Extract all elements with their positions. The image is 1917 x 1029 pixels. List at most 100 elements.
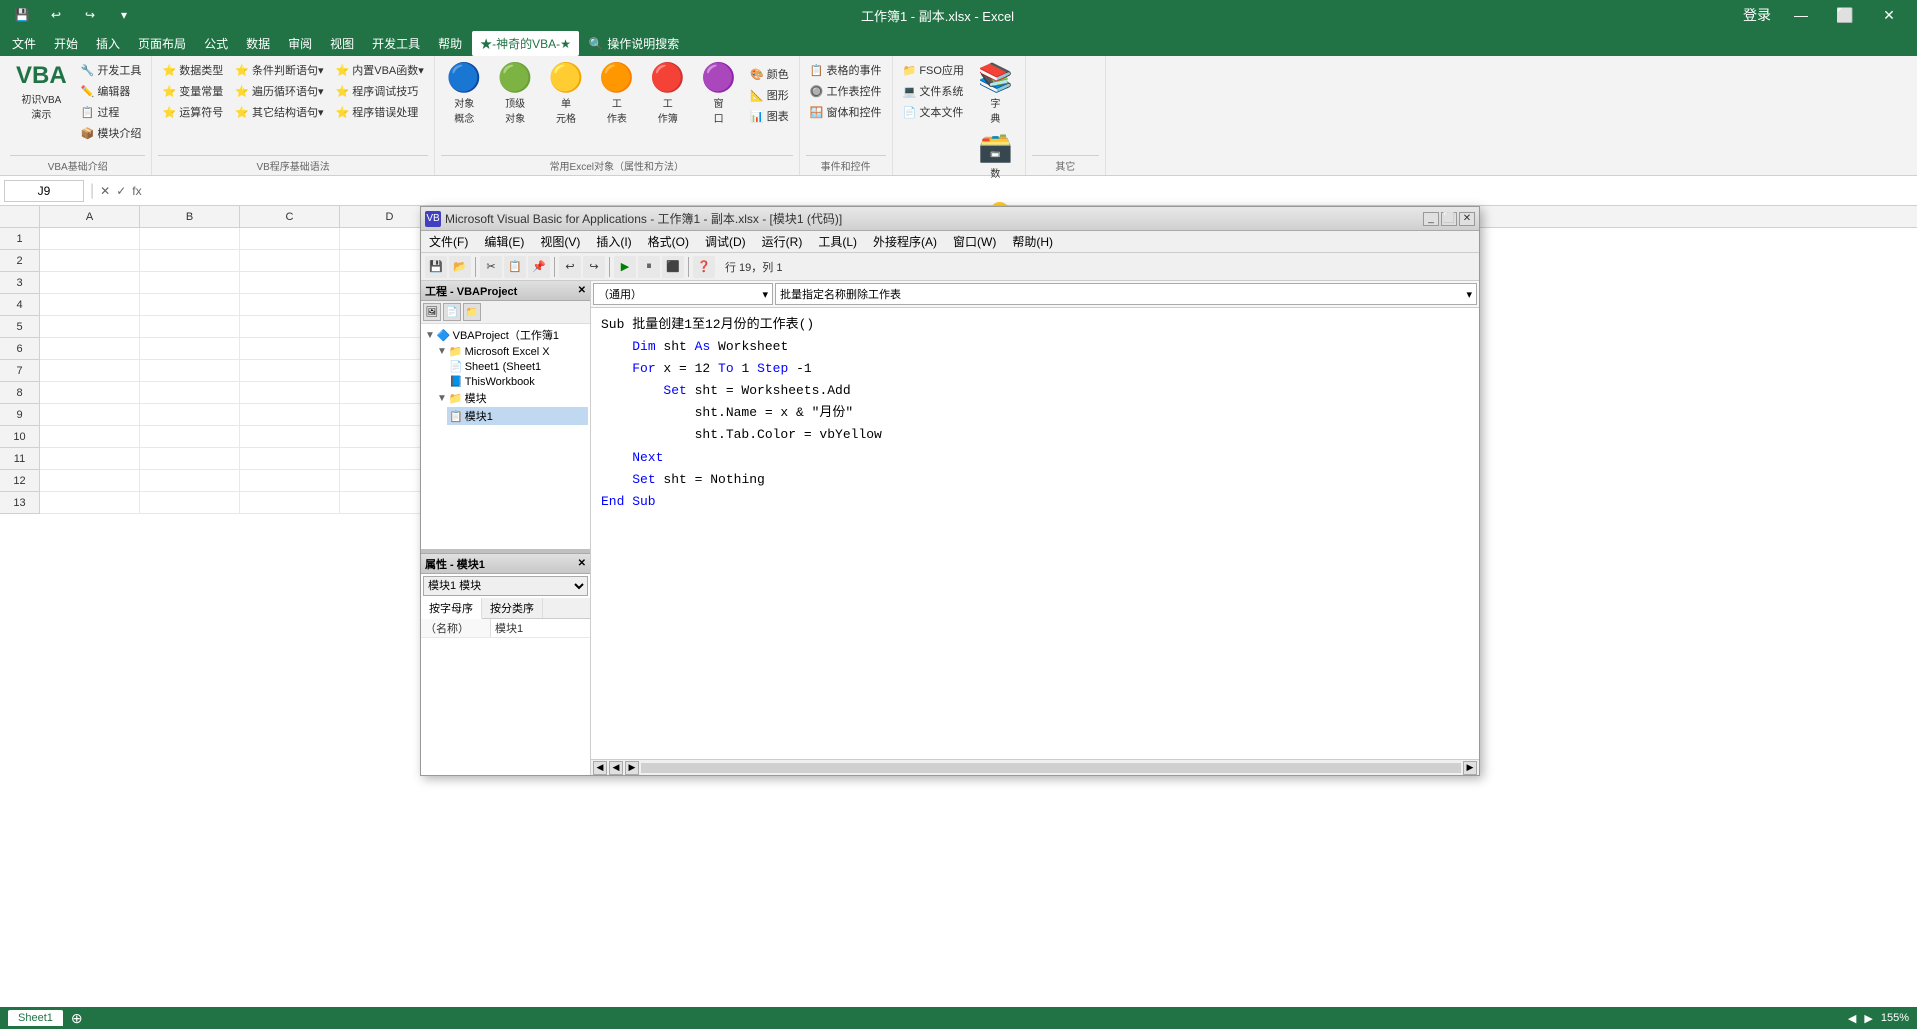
- vba-tb-open[interactable]: 📂: [449, 256, 471, 278]
- redo-button[interactable]: ↪: [76, 1, 104, 29]
- cell-b4[interactable]: [140, 294, 240, 316]
- qat-dropdown[interactable]: ▾: [110, 1, 138, 29]
- undo-button[interactable]: ↩: [42, 1, 70, 29]
- scroll-left-nav[interactable]: ◀: [1848, 1012, 1856, 1025]
- vba-menu-format[interactable]: 格式(O): [640, 231, 697, 252]
- ribbon-btn-datatype[interactable]: ⭐ 数据类型: [158, 60, 227, 80]
- vba-menu-tools[interactable]: 工具(L): [810, 231, 865, 252]
- cell-a7[interactable]: [40, 360, 140, 382]
- ribbon-btn-formctrl[interactable]: 🪟 窗体和控件: [806, 102, 886, 122]
- ribbon-btn-concept[interactable]: 🔵 对象概念: [441, 60, 488, 129]
- vba-props-obj-select[interactable]: 模块1 模块: [423, 576, 588, 596]
- cell-c8[interactable]: [240, 382, 340, 404]
- vba-tb-paste[interactable]: 📌: [528, 256, 550, 278]
- row-header-7[interactable]: 7: [0, 360, 40, 382]
- add-sheet-button[interactable]: ⊕: [71, 1010, 83, 1027]
- cell-b10[interactable]: [140, 426, 240, 448]
- cell-c1[interactable]: [240, 228, 340, 250]
- ribbon-btn-intro[interactable]: VBA 初识VBA演示: [10, 60, 73, 125]
- cell-b3[interactable]: [140, 272, 240, 294]
- ribbon-btn-builtinfunc[interactable]: ⭐ 内置VBA函数▾: [331, 60, 427, 80]
- row-header-9[interactable]: 9: [0, 404, 40, 426]
- cell-c6[interactable]: [240, 338, 340, 360]
- vba-dropdown-scope[interactable]: （通用） ▾: [593, 283, 773, 305]
- vba-restore-button[interactable]: ⬜: [1441, 212, 1457, 226]
- vba-tb-redo[interactable]: ↪: [583, 256, 605, 278]
- cell-b7[interactable]: [140, 360, 240, 382]
- cell-a3[interactable]: [40, 272, 140, 294]
- scroll-btn3[interactable]: ▶: [625, 761, 639, 775]
- sheet-tab-sheet1[interactable]: Sheet1: [8, 1010, 63, 1026]
- props-val[interactable]: 模块1: [491, 619, 590, 637]
- ribbon-btn-operator[interactable]: ⭐ 运算符号: [158, 102, 227, 122]
- vba-tb-copy[interactable]: 📋: [504, 256, 526, 278]
- vba-close-button[interactable]: ✕: [1459, 212, 1475, 226]
- menu-review[interactable]: 审阅: [280, 31, 320, 56]
- ribbon-btn-chart[interactable]: 📊 图表: [746, 106, 793, 126]
- menu-home[interactable]: 开始: [46, 31, 86, 56]
- row-header-3[interactable]: 3: [0, 272, 40, 294]
- ribbon-btn-filesystem[interactable]: 💻 文件系统: [899, 81, 968, 101]
- vba-menu-help[interactable]: 帮助(H): [1004, 231, 1061, 252]
- cell-b11[interactable]: [140, 448, 240, 470]
- vba-tb-save[interactable]: 💾: [425, 256, 447, 278]
- vba-menu-view[interactable]: 视图(V): [532, 231, 588, 252]
- ribbon-btn-moduleintro[interactable]: 📦 模块介绍: [77, 123, 146, 143]
- menu-formula[interactable]: 公式: [196, 31, 236, 56]
- vba-menu-run[interactable]: 运行(R): [754, 231, 811, 252]
- ribbon-btn-sheetctrl[interactable]: 🔘 工作表控件: [806, 81, 886, 101]
- row-header-6[interactable]: 6: [0, 338, 40, 360]
- cell-c2[interactable]: [240, 250, 340, 272]
- vba-tb-run[interactable]: ▶: [614, 256, 636, 278]
- vba-menu-addins[interactable]: 外接程序(A): [865, 231, 945, 252]
- minimize-button[interactable]: —: [1781, 0, 1821, 30]
- menu-file[interactable]: 文件: [4, 31, 44, 56]
- vba-dropdown-proc[interactable]: 批量指定名称删除工作表 ▾: [775, 283, 1477, 305]
- cell-a5[interactable]: [40, 316, 140, 338]
- row-header-12[interactable]: 12: [0, 470, 40, 492]
- vba-menu-file[interactable]: 文件(F): [421, 231, 476, 252]
- vba-tb-break[interactable]: ⏸: [638, 256, 660, 278]
- ribbon-btn-condition[interactable]: ⭐ 条件判断语句▾: [231, 60, 327, 80]
- cell-a11[interactable]: [40, 448, 140, 470]
- vba-props-close[interactable]: ✕: [578, 558, 586, 569]
- row-header-2[interactable]: 2: [0, 250, 40, 272]
- ribbon-btn-varconst[interactable]: ⭐ 变量常量: [158, 81, 227, 101]
- restore-button[interactable]: ⬜: [1825, 0, 1865, 30]
- vba-tb-undo[interactable]: ↩: [559, 256, 581, 278]
- row-header-4[interactable]: 4: [0, 294, 40, 316]
- row-header-10[interactable]: 10: [0, 426, 40, 448]
- save-button[interactable]: 💾: [8, 1, 36, 29]
- menu-vba[interactable]: ★-神奇的VBA-★: [472, 31, 579, 56]
- vba-proj-btn3[interactable]: 📁: [463, 303, 481, 321]
- scroll-track[interactable]: [641, 763, 1461, 773]
- ribbon-btn-textfile[interactable]: 📄 文本文件: [899, 102, 968, 122]
- ribbon-btn-sheetevt[interactable]: 📋 表格的事件: [806, 60, 886, 80]
- menu-developer[interactable]: 开发工具: [364, 31, 428, 56]
- ribbon-btn-dict[interactable]: 📚 字典: [972, 60, 1019, 129]
- cell-a1[interactable]: [40, 228, 140, 250]
- cell-a9[interactable]: [40, 404, 140, 426]
- ribbon-btn-shape[interactable]: 📐 图形: [746, 85, 793, 105]
- cell-a6[interactable]: [40, 338, 140, 360]
- tree-item-modules[interactable]: ▼ 📁 模块: [435, 389, 588, 407]
- menu-pagelayout[interactable]: 页面布局: [130, 31, 194, 56]
- cell-b13[interactable]: [140, 492, 240, 514]
- cell-a8[interactable]: [40, 382, 140, 404]
- vba-proj-btn2[interactable]: 📄: [443, 303, 461, 321]
- row-header-1[interactable]: 1: [0, 228, 40, 250]
- cell-c11[interactable]: [240, 448, 340, 470]
- tree-item-vbaproject[interactable]: ▼ 🔷 VBAProject（工作簿1: [423, 326, 588, 344]
- login-button[interactable]: 登录: [1737, 0, 1777, 30]
- close-button[interactable]: ✕: [1869, 0, 1909, 30]
- scroll-right-nav[interactable]: ▶: [1864, 1012, 1872, 1025]
- vba-tb-help[interactable]: ❓: [693, 256, 715, 278]
- name-box[interactable]: J9: [4, 180, 84, 202]
- ribbon-btn-process[interactable]: 📋 过程: [77, 102, 146, 122]
- row-header-8[interactable]: 8: [0, 382, 40, 404]
- menu-data[interactable]: 数据: [238, 31, 278, 56]
- vba-code-editor[interactable]: Sub 批量创建1至12月份的工作表() Dim sht As Workshee…: [591, 308, 1479, 759]
- confirm-icon[interactable]: ✓: [116, 184, 126, 198]
- cell-c5[interactable]: [240, 316, 340, 338]
- cell-a12[interactable]: [40, 470, 140, 492]
